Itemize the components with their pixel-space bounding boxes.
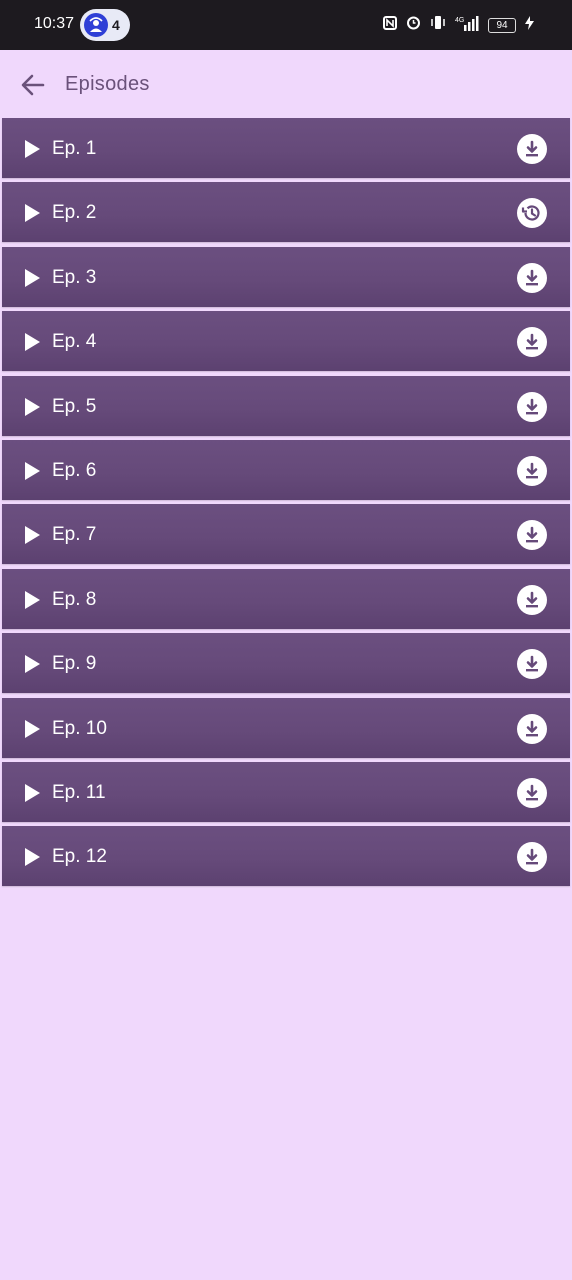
episode-row[interactable]: Ep. 3 <box>2 246 570 307</box>
play-icon[interactable] <box>24 204 40 223</box>
episode-label: Ep. 11 <box>52 781 106 803</box>
status-icons: 4G 94 <box>383 15 534 36</box>
download-icon[interactable] <box>517 584 547 615</box>
notification-pill[interactable]: 4 <box>80 9 130 41</box>
episode-label: Ep. 2 <box>52 202 97 224</box>
battery-indicator: 94 <box>488 17 516 33</box>
play-icon[interactable] <box>24 140 40 158</box>
hotspot-icon <box>84 13 108 37</box>
episode-label: Ep. 6 <box>52 459 97 481</box>
play-icon[interactable] <box>24 397 40 416</box>
play-icon[interactable] <box>24 783 40 802</box>
play-icon[interactable] <box>24 590 40 609</box>
download-icon[interactable] <box>517 391 547 422</box>
episode-label: Ep. 7 <box>52 524 97 546</box>
episode-label: Ep. 3 <box>52 266 97 288</box>
app-bar: Episodes <box>0 50 572 118</box>
play-icon[interactable] <box>24 526 40 545</box>
svg-text:4G: 4G <box>455 17 464 24</box>
download-icon[interactable] <box>517 777 547 808</box>
page-title: Episodes <box>65 73 150 95</box>
notification-count: 4 <box>112 17 120 33</box>
episode-label: Ep. 12 <box>52 846 107 868</box>
episode-label: Ep. 10 <box>52 717 107 739</box>
vibrate-icon <box>430 15 446 35</box>
play-icon[interactable] <box>24 333 40 352</box>
download-icon[interactable] <box>517 327 547 358</box>
episode-row[interactable]: Ep. 8 <box>2 568 570 629</box>
episode-label: Ep. 5 <box>52 395 97 417</box>
episode-list: Ep. 1 Ep. 2 Ep. 3 Ep. 4 Ep. 5 Ep. 6 Ep. 7 Ep. 8… <box>2 118 570 891</box>
play-icon[interactable] <box>24 719 40 738</box>
play-icon[interactable] <box>24 461 40 480</box>
episode-row[interactable]: Ep. 4 <box>2 311 570 372</box>
nfc-icon <box>383 15 397 35</box>
episode-label: Ep. 8 <box>52 588 97 610</box>
episode-row[interactable]: Ep. 12 <box>2 826 570 887</box>
play-icon[interactable] <box>24 848 40 867</box>
download-icon[interactable] <box>517 520 547 551</box>
status-bar: 10:37 4 4G 94 <box>0 0 572 50</box>
episode-label: Ep. 1 <box>52 138 97 159</box>
signal-icon: 4G <box>455 15 479 36</box>
history-icon[interactable] <box>517 198 547 229</box>
episode-row[interactable]: Ep. 1 <box>2 118 570 178</box>
download-icon[interactable] <box>517 649 547 680</box>
charging-icon <box>525 15 534 35</box>
episode-row[interactable]: Ep. 6 <box>2 439 570 500</box>
episode-label: Ep. 4 <box>52 331 97 353</box>
episode-row[interactable]: Ep. 7 <box>2 504 570 565</box>
play-icon[interactable] <box>24 268 40 287</box>
download-icon[interactable] <box>517 842 547 873</box>
episode-row[interactable]: Ep. 2 <box>2 182 570 243</box>
download-icon[interactable] <box>517 262 547 293</box>
episode-row[interactable]: Ep. 9 <box>2 633 570 694</box>
alarm-icon <box>406 15 421 35</box>
status-time: 10:37 <box>34 15 75 32</box>
download-icon[interactable] <box>517 713 547 744</box>
episode-row[interactable]: Ep. 5 <box>2 375 570 436</box>
arrow-back-icon <box>21 74 45 96</box>
back-button[interactable] <box>18 70 48 100</box>
play-icon[interactable] <box>24 655 40 674</box>
download-icon[interactable] <box>517 455 547 486</box>
episode-row[interactable]: Ep. 10 <box>2 697 570 758</box>
episode-label: Ep. 9 <box>52 653 97 675</box>
download-icon[interactable] <box>517 134 547 164</box>
episode-row[interactable]: Ep. 11 <box>2 761 570 822</box>
